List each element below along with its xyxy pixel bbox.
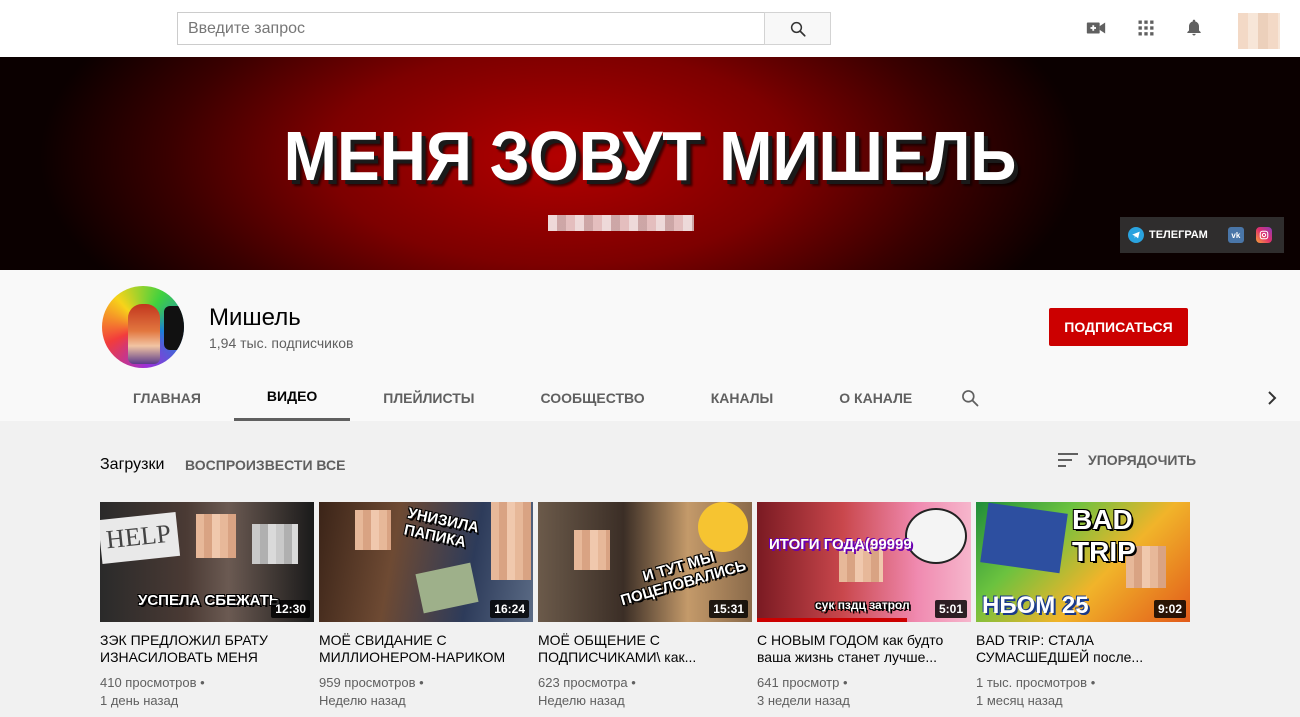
video-views: 623 просмотра xyxy=(538,675,628,690)
notifications-button[interactable] xyxy=(1182,16,1206,40)
sort-button[interactable]: УПОРЯДОЧИТЬ xyxy=(1058,452,1196,468)
video-item: И ТУТ МЫ ПОЦЕЛОВАЛИСЬ 15:31 МОЁ ОБЩЕНИЕ … xyxy=(538,502,752,710)
blurred-face xyxy=(355,510,391,550)
top-bar xyxy=(0,0,1300,57)
video-item: ИТОГИ ГОДА(99999 сук пздц затрол 5:01 С … xyxy=(757,502,971,710)
banner-link-vk[interactable]: vk xyxy=(1227,227,1244,243)
account-avatar[interactable] xyxy=(1238,13,1280,49)
video-item: BAD TRIP НБОМ 25 9:02 BAD TRIP: СТАЛА СУ… xyxy=(976,502,1190,710)
banner-links: ТЕЛЕГРАМ vk xyxy=(1120,217,1284,253)
tab-about[interactable]: О КАНАЛЕ xyxy=(806,374,945,421)
video-duration: 9:02 xyxy=(1153,600,1186,618)
video-item: HELP УСПЕЛА СБЕЖАТЬ 12:30 ЗЭК ПРЕДЛОЖИЛ … xyxy=(100,502,314,710)
create-video-button[interactable] xyxy=(1084,16,1108,40)
video-duration: 5:01 xyxy=(934,600,967,618)
blurred-face xyxy=(491,502,531,580)
chevron-right-icon xyxy=(1268,391,1277,405)
vk-icon: vk xyxy=(1227,227,1244,243)
video-age: Неделю назад xyxy=(319,693,406,708)
avatar-shadow xyxy=(164,306,184,350)
avatar-figure xyxy=(128,304,160,364)
channel-name: Мишель xyxy=(209,304,301,331)
search-icon xyxy=(790,21,806,37)
banner-link-instagram[interactable] xyxy=(1255,227,1272,243)
banner-title: МЕНЯ ЗОВУТ МИШЕЛЬ xyxy=(283,117,1017,195)
tabs-scroll-right-button[interactable] xyxy=(1262,386,1282,410)
video-age: 1 день назад xyxy=(100,693,179,708)
banner-link-label: ТЕЛЕГРАМ xyxy=(1149,229,1208,241)
channel-tabs: ГЛАВНАЯ ВИДЕО ПЛЕЙЛИСТЫ СООБЩЕСТВО КАНАЛ… xyxy=(100,374,945,421)
thumbnail-caption: УСПЕЛА СБЕЖАТЬ xyxy=(138,592,280,609)
uploads-title: Загрузки xyxy=(100,456,165,473)
video-item: УНИЗИЛА ПАПИКА 16:24 МОЁ СВИДАНИЕ С МИЛЛ… xyxy=(319,502,533,710)
video-thumbnail[interactable]: И ТУТ МЫ ПОЦЕЛОВАЛИСЬ 15:31 xyxy=(538,502,752,622)
channel-header: Мишель 1,94 тыс. подписчиков ПОДПИСАТЬСЯ… xyxy=(0,270,1300,421)
tab-channels[interactable]: КАНАЛЫ xyxy=(678,374,807,421)
apps-button[interactable] xyxy=(1134,16,1158,40)
video-title[interactable]: ЗЭК ПРЕДЛОЖИЛ БРАТУ ИЗНАСИЛОВАТЬ МЕНЯ xyxy=(100,632,314,666)
video-title[interactable]: МОЁ СВИДАНИЕ С МИЛЛИОНЕРОМ-НАРИКОМ xyxy=(319,632,533,666)
create-video-icon xyxy=(1086,22,1106,34)
thumbnail-caption: BAD TRIP xyxy=(1072,504,1136,567)
video-title[interactable]: С НОВЫМ ГОДОМ как будто ваша жизнь стане… xyxy=(757,632,971,666)
channel-search-button[interactable] xyxy=(958,386,982,410)
video-thumbnail[interactable]: ИТОГИ ГОДА(99999 сук пздц затрол 5:01 xyxy=(757,502,971,622)
thumbnail-caption: ИТОГИ ГОДА(99999 xyxy=(769,536,912,553)
sort-icon xyxy=(1058,453,1078,467)
video-thumbnail[interactable]: УНИЗИЛА ПАПИКА 16:24 xyxy=(319,502,533,622)
money-cash xyxy=(415,562,479,614)
video-meta: 1 тыс. просмотров • 1 месяц назад xyxy=(976,674,1190,710)
search-button[interactable] xyxy=(764,12,831,45)
subscriber-count: 1,94 тыс. подписчиков xyxy=(209,335,354,351)
banner-blurred-text xyxy=(548,215,694,231)
banner-link-telegram[interactable]: ТЕЛЕГРАМ xyxy=(1128,227,1208,243)
video-views: 410 просмотров xyxy=(100,675,197,690)
play-all-button[interactable]: ВОСПРОИЗВЕСТИ ВСЕ xyxy=(185,457,345,473)
video-views: 1 тыс. просмотров xyxy=(976,675,1088,690)
watch-progress-bar xyxy=(757,618,907,622)
video-title[interactable]: BAD TRIP: СТАЛА СУМАСШЕДШЕЙ после... xyxy=(976,632,1190,666)
thumbnail-caption: УНИЗИЛА ПАПИКА xyxy=(402,504,481,552)
video-thumbnail[interactable]: HELP УСПЕЛА СБЕЖАТЬ 12:30 xyxy=(100,502,314,622)
troll-face-icon xyxy=(905,508,967,564)
video-duration: 15:31 xyxy=(709,600,748,618)
video-meta: 623 просмотра • Неделю назад xyxy=(538,674,752,710)
trippy-art xyxy=(980,502,1068,574)
tab-home[interactable]: ГЛАВНАЯ xyxy=(100,374,234,421)
thumbnail-caption: сук пздц затрол xyxy=(815,598,910,612)
video-duration: 16:24 xyxy=(490,600,529,618)
search-icon xyxy=(962,390,979,407)
search-input[interactable] xyxy=(178,13,765,44)
thumbnail-caption: НБОМ 25 xyxy=(982,592,1089,619)
apps-icon xyxy=(1138,20,1154,36)
video-meta: 641 просмотр • 3 недели назад xyxy=(757,674,971,710)
notifications-bell-icon xyxy=(1187,19,1201,36)
tab-community[interactable]: СООБЩЕСТВО xyxy=(508,374,678,421)
video-title[interactable]: МОЁ ОБЩЕНИЕ С ПОДПИСЧИКАМИ\ как... xyxy=(538,632,752,666)
video-age: 1 месяц назад xyxy=(976,693,1063,708)
instagram-icon xyxy=(1255,227,1272,243)
video-age: Неделю назад xyxy=(538,693,625,708)
tab-playlists[interactable]: ПЛЕЙЛИСТЫ xyxy=(350,374,507,421)
video-grid: HELP УСПЕЛА СБЕЖАТЬ 12:30 ЗЭК ПРЕДЛОЖИЛ … xyxy=(100,502,1200,717)
video-views: 641 просмотр xyxy=(757,675,840,690)
blurred-face xyxy=(196,514,236,558)
video-thumbnail[interactable]: BAD TRIP НБОМ 25 9:02 xyxy=(976,502,1190,622)
blurred-face xyxy=(252,524,298,564)
blurred-face xyxy=(574,530,610,570)
sort-label: УПОРЯДОЧИТЬ xyxy=(1088,452,1197,468)
channel-banner: МЕНЯ ЗОВУТ МИШЕЛЬ ТЕЛЕГРАМ vk xyxy=(0,57,1300,270)
subscribe-button[interactable]: ПОДПИСАТЬСЯ xyxy=(1049,308,1188,346)
video-views: 959 просмотров xyxy=(319,675,416,690)
channel-avatar[interactable] xyxy=(102,286,184,368)
tab-videos[interactable]: ВИДЕО xyxy=(233,374,351,421)
video-duration: 12:30 xyxy=(271,600,310,618)
video-age: 3 недели назад xyxy=(757,693,850,708)
video-meta: 959 просмотров • Неделю назад xyxy=(319,674,533,710)
video-meta: 410 просмотров • 1 день назад xyxy=(100,674,314,710)
telegram-icon xyxy=(1128,227,1144,243)
search-box xyxy=(177,12,765,45)
